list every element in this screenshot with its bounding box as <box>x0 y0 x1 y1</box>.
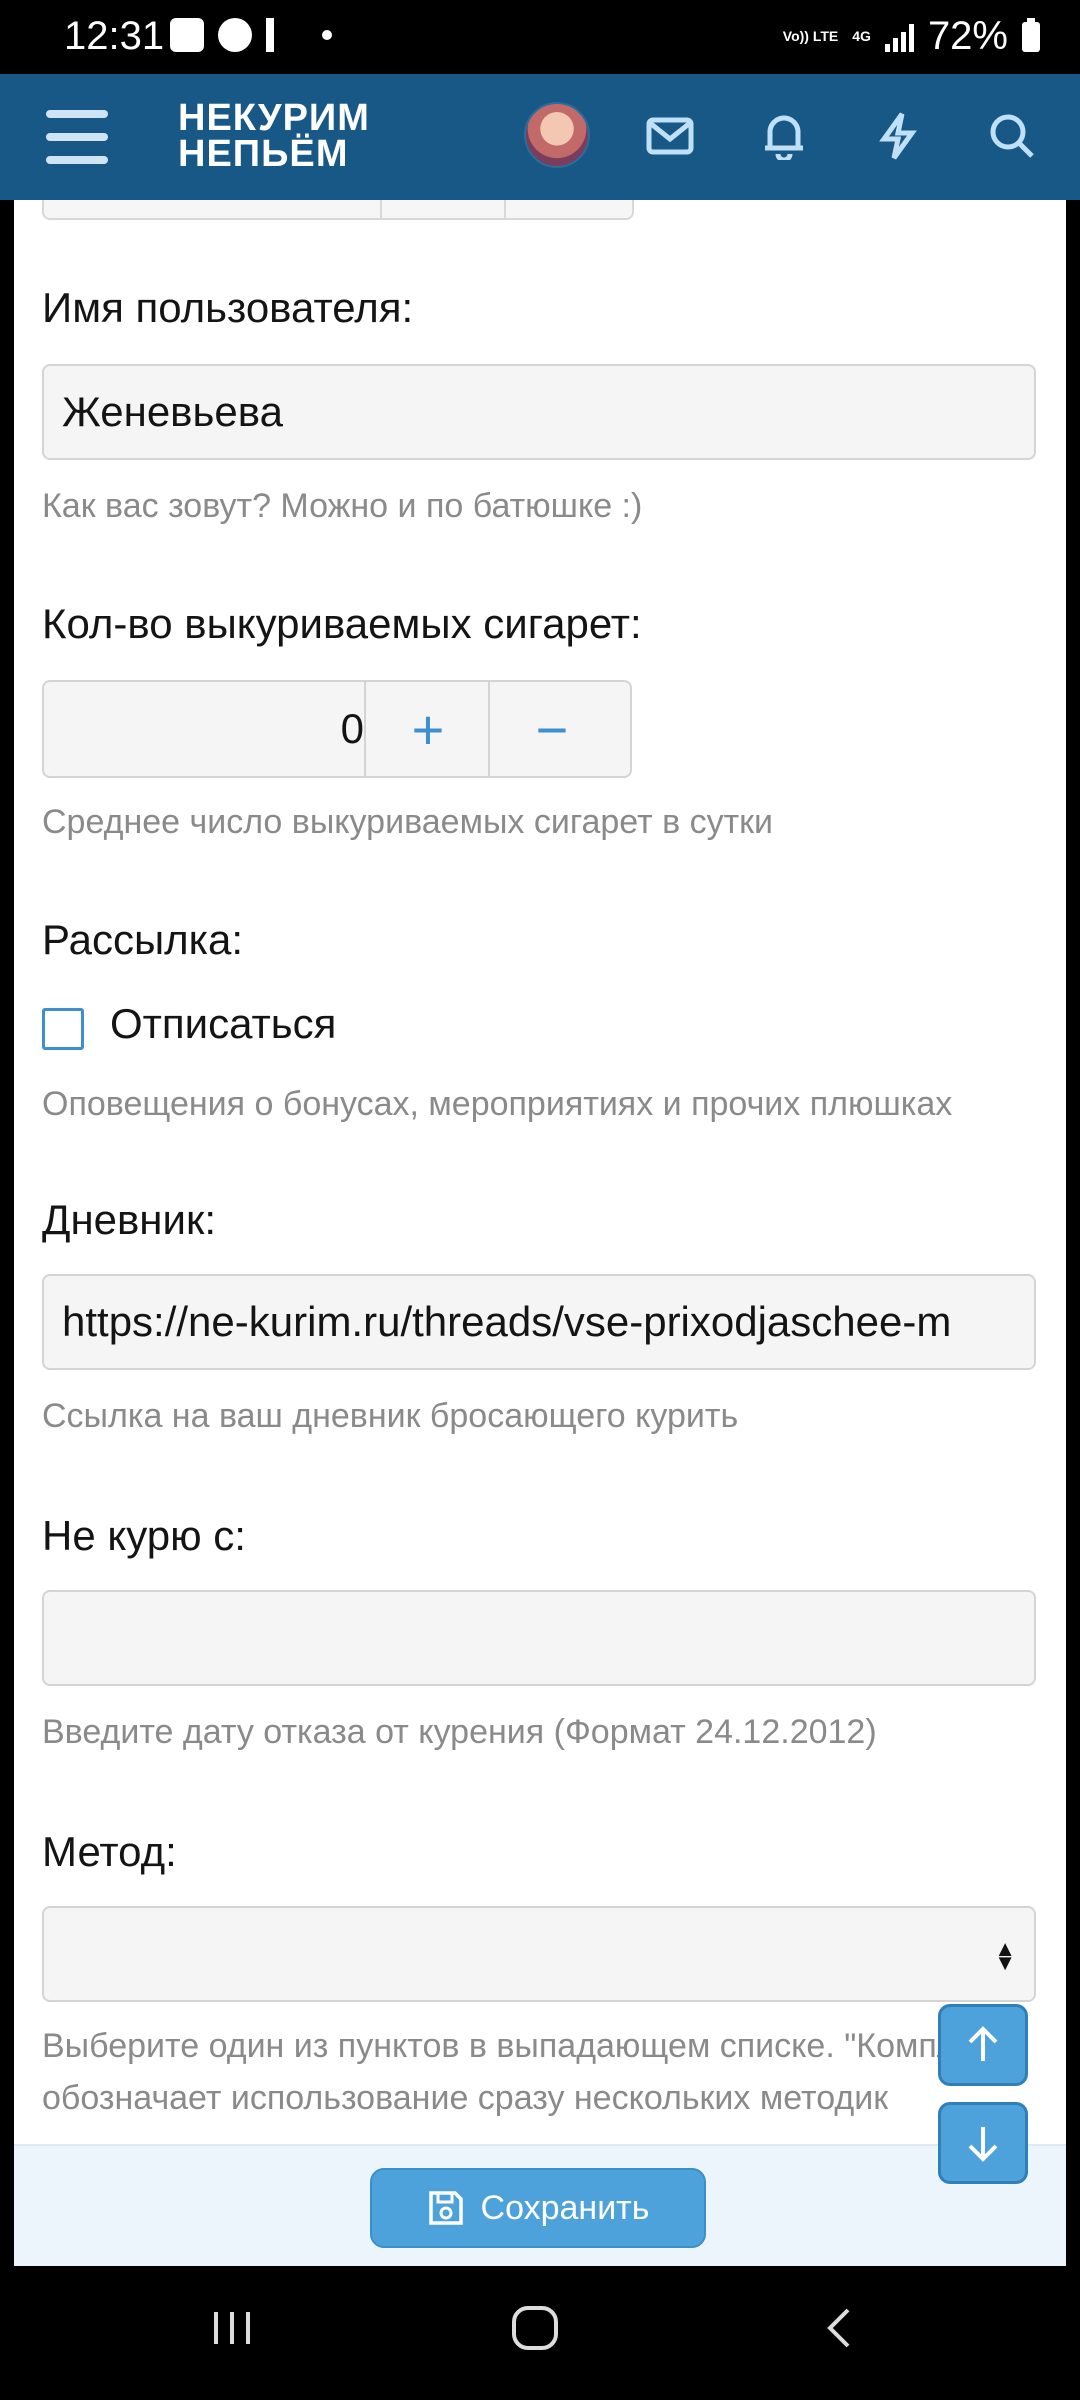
search-icon[interactable] <box>984 108 1040 164</box>
method-select[interactable]: ▲ ▼ <box>42 1906 1036 2002</box>
logo-line2: НЕПЬЁМ <box>178 133 349 175</box>
bell-icon[interactable] <box>756 108 812 164</box>
system-nav-bar <box>0 2264 1080 2400</box>
cigarettes-label: Кол-во выкуриваемых сигарет: <box>42 600 642 647</box>
footprints-icon <box>266 18 300 52</box>
site-logo[interactable]: НЕКУРИМ НЕПЬЁМ <box>178 97 370 175</box>
username-field[interactable]: Женевьева <box>42 364 1036 460</box>
cigarettes-stepper: 0 + − <box>42 680 632 778</box>
chat-icon <box>218 18 252 52</box>
diary-label: Дневник: <box>42 1196 217 1243</box>
scroll-bottom-button[interactable] <box>938 2102 1028 2184</box>
home-icon[interactable] <box>510 2304 560 2357</box>
diary-hint: Ссылка на ваш дневник бросающего курить <box>42 1397 739 1435</box>
quit-date-label: Не курю с: <box>42 1512 246 1559</box>
mailing-hint: Оповещения о бонусах, мероприятиях и про… <box>42 1085 953 1123</box>
mail-icon[interactable] <box>642 108 698 164</box>
notification-icons <box>170 18 332 52</box>
save-button[interactable]: Сохранить <box>370 2168 706 2248</box>
save-bar: Сохранить <box>14 2144 1066 2266</box>
unsubscribe-checkbox[interactable] <box>42 1008 84 1050</box>
unsubscribe-label[interactable]: Отписаться <box>110 1000 336 1048</box>
avatar[interactable] <box>524 102 590 168</box>
username-label: Имя пользователя: <box>42 284 414 331</box>
increment-button[interactable]: + <box>364 682 490 776</box>
app-header: НЕКУРИМ НЕПЬЁМ <box>0 74 1080 200</box>
network-type: 4G <box>852 28 871 44</box>
cigarettes-value[interactable]: 0 <box>44 682 364 776</box>
select-arrows-icon: ▲ ▼ <box>994 1936 1016 1975</box>
quit-date-field[interactable] <box>42 1590 1036 1686</box>
lightning-icon[interactable] <box>870 108 926 164</box>
quit-date-hint: Введите дату отказа от курения (Формат 2… <box>42 1713 877 1751</box>
logo-line1: НЕКУРИМ <box>178 97 370 139</box>
arrow-up-icon <box>968 2026 998 2061</box>
more-dot-icon <box>322 30 332 40</box>
back-icon[interactable] <box>818 2304 858 2357</box>
status-right: Vo)) LTE 4G 72% <box>783 14 1040 59</box>
gallery-icon <box>170 18 204 52</box>
cigarettes-hint: Среднее число выкуриваемых сигарет в сут… <box>42 803 774 841</box>
previous-field-partial <box>42 200 634 220</box>
mailing-label: Рассылка: <box>42 916 243 963</box>
battery-icon <box>1022 17 1040 52</box>
floppy-disk-icon <box>428 2191 463 2225</box>
method-label: Метод: <box>42 1828 177 1875</box>
profile-form: Имя пользователя: Женевьева Как вас зову… <box>14 200 1066 2264</box>
recent-apps-icon[interactable] <box>208 2304 256 2357</box>
menu-icon[interactable] <box>46 110 108 164</box>
arrow-down-icon <box>968 2127 998 2162</box>
username-hint: Как вас зовут? Можно и по батюшке :) <box>42 487 643 525</box>
scroll-top-button[interactable] <box>938 2004 1028 2086</box>
method-hint: Выберите один из пунктов в выпадающем сп… <box>42 2027 1020 2117</box>
save-label: Сохранить <box>480 2188 650 2227</box>
decrement-button[interactable]: − <box>488 682 614 776</box>
signal-icon <box>884 22 914 52</box>
battery-percent: 72% <box>927 14 1008 58</box>
volte-icon: Vo)) LTE <box>782 28 839 44</box>
status-time: 12:31 <box>64 14 165 58</box>
status-bar: 12:31 Vo)) LTE 4G 72% <box>0 0 1080 74</box>
diary-url-field[interactable]: https://ne-kurim.ru/threads/vse-prixodja… <box>42 1274 1036 1370</box>
